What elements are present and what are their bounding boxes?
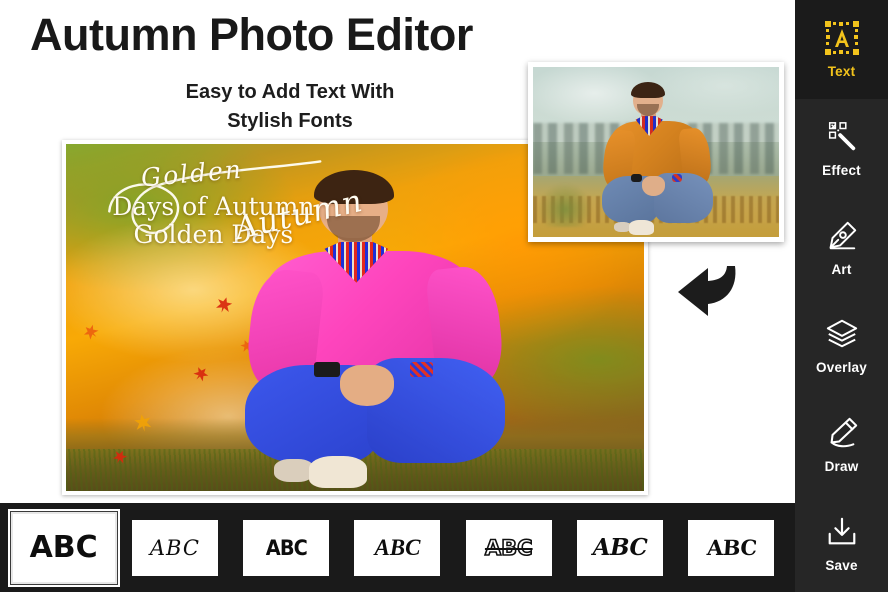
text-frame-icon [823,19,861,57]
tool-sidebar: Text Effect Art Overlay Draw Save [795,0,888,592]
sidebar-item-save[interactable]: Save [795,493,888,592]
download-icon [823,513,861,551]
sidebar-item-label: Art [831,261,852,277]
font-tile-5[interactable]: ABC [453,519,564,576]
sidebar-item-label: Save [825,557,858,573]
font-preview-label: ABC [592,534,648,561]
font-style-strip[interactable]: ABC ABC ABC ABC ABC ABC ABC [0,503,795,592]
font-tile-2[interactable]: ABC [119,519,230,576]
sidebar-item-draw[interactable]: Draw [795,395,888,494]
font-preview-label: ABC [149,535,200,560]
pen-nib-icon [823,217,861,255]
font-preview-label: ABC [705,535,758,560]
sidebar-item-label: Draw [824,459,859,475]
inset-photo-subject [599,81,714,237]
original-photo-canvas[interactable] [533,67,779,237]
font-preview-label: ABC [29,530,98,565]
overlay-text-golden[interactable]: Golden [140,155,244,193]
font-tile-3[interactable]: ABC [231,519,342,576]
sidebar-item-label: Effect [822,163,861,178]
inset-subject-shoe-right [628,220,654,236]
sidebar-item-effect[interactable]: Effect [795,99,888,198]
font-tile-7[interactable]: ABC [676,519,787,576]
curved-left-arrow-icon [672,258,744,320]
sidebar-item-overlay[interactable]: Overlay [795,296,888,395]
sidebar-item-art[interactable]: Art [795,197,888,296]
inset-subject-hands [642,175,666,196]
page-subtitle: Easy to Add Text With Stylish Fonts [30,78,550,136]
sidebar-item-text[interactable]: Text [795,0,888,99]
original-photo-frame[interactable] [528,62,784,242]
font-preview-label: ABC [374,534,421,560]
inset-subject-watch [631,174,643,182]
pencil-icon [823,414,861,452]
inset-subject-wristband [671,174,683,182]
magic-wand-icon [823,118,861,156]
font-preview-label: ABC [484,535,533,561]
sidebar-item-label: Overlay [816,360,867,376]
font-tile-4[interactable]: ABC [342,519,453,576]
font-tile-1[interactable]: ABC [7,508,120,587]
layers-icon [823,315,861,353]
subtitle-line-1: Easy to Add Text With [185,81,395,103]
font-tile-6[interactable]: ABC [564,519,675,576]
subtitle-line-2: Stylish Fonts [227,110,353,132]
sidebar-item-label: Text [827,64,856,80]
inset-subject-hair [631,81,666,98]
app-root: Autumn Photo Editor Easy to Add Text Wit… [0,0,888,592]
inset-bush [537,182,593,227]
font-preview-label: ABC [265,535,308,560]
page-title: Autumn Photo Editor [30,9,473,60]
